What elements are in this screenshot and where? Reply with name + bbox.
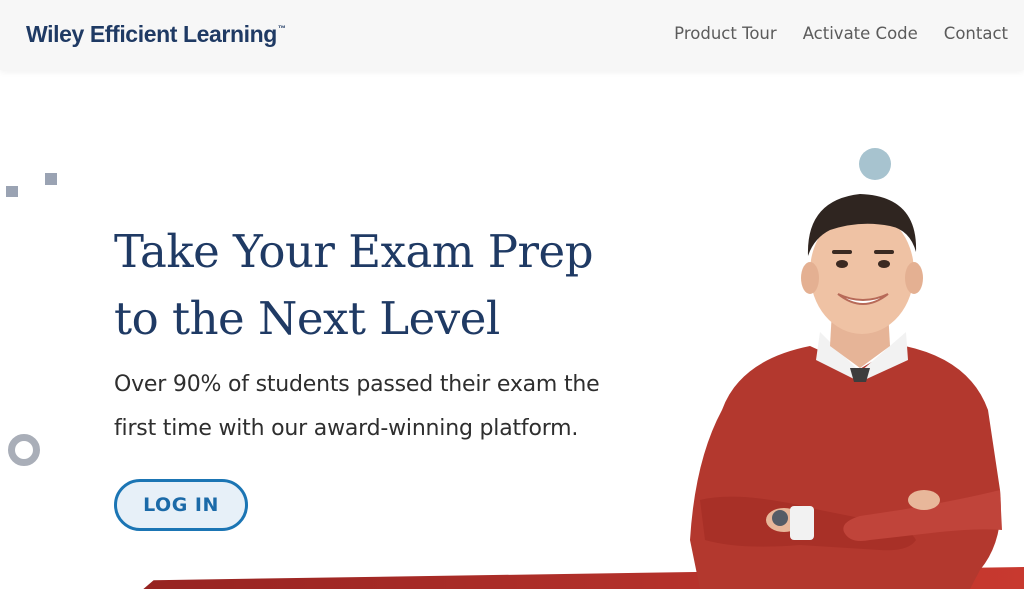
hero-title-line: to the Next Level <box>114 292 500 345</box>
student-photo <box>690 194 1002 589</box>
decor-ring <box>8 434 40 466</box>
top-nav: Product Tour Activate Code Contact <box>648 24 1008 43</box>
site-header: Wiley Efficient Learning™ Product Tour A… <box>0 0 1024 70</box>
nav-contact[interactable]: Contact <box>944 24 1008 43</box>
nav-product-tour[interactable]: Product Tour <box>674 24 777 43</box>
hero-subtitle-line: first time with our award-winning platfo… <box>114 416 579 441</box>
nav-activate-code[interactable]: Activate Code <box>803 24 918 43</box>
wiley-logo[interactable]: Wiley Efficient Learning™ <box>26 21 286 48</box>
hero-subtitle: Over 90% of students passed their exam t… <box>114 363 674 451</box>
login-button[interactable]: LOG IN <box>114 479 248 531</box>
trademark-mark: ™ <box>277 24 286 33</box>
logo-text: Wiley Efficient Learning <box>26 21 277 47</box>
hero-subtitle-line: Over 90% of students passed their exam t… <box>114 372 600 397</box>
decor-square <box>45 173 57 185</box>
hero-title: Take Your Exam Prep to the Next Level <box>114 218 674 352</box>
hero-title-line: Take Your Exam Prep <box>114 225 594 278</box>
decor-square <box>6 186 18 197</box>
